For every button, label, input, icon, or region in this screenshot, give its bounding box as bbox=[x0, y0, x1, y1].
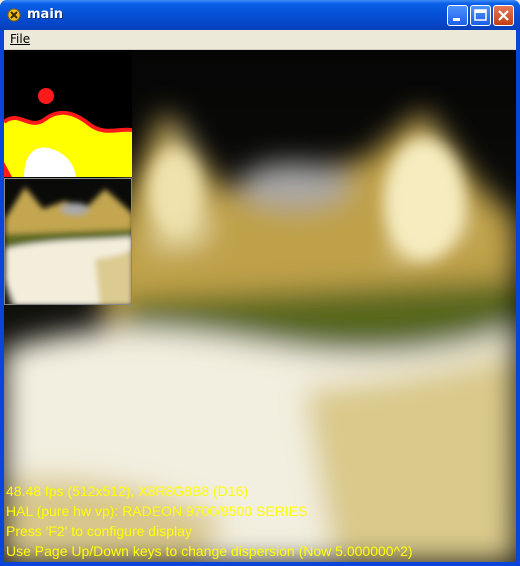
app-icon bbox=[7, 8, 21, 22]
dispersion-hint: Use Page Up/Down keys to change dispersi… bbox=[6, 543, 413, 559]
title-bar[interactable]: main bbox=[0, 0, 520, 30]
menu-bar: File bbox=[4, 30, 516, 50]
config-hint: Press 'F2' to configure display bbox=[6, 523, 192, 539]
app-window: main File 48.48 fps (512x512), X8R8G8B8 … bbox=[0, 0, 520, 566]
render-thumbnail bbox=[4, 178, 132, 305]
maximize-button[interactable] bbox=[470, 5, 491, 26]
window-title: main bbox=[27, 7, 64, 22]
render-thumbnail-image bbox=[5, 179, 131, 304]
menu-file[interactable]: File bbox=[10, 32, 30, 46]
menu-file-label: File bbox=[10, 32, 31, 46]
close-icon bbox=[498, 10, 509, 21]
minimize-button[interactable] bbox=[447, 5, 468, 26]
device-info: HAL (pure hw vp): RADEON 9700/9500 SERIE… bbox=[6, 503, 308, 519]
render-viewport[interactable]: 48.48 fps (512x512), X8R8G8B8 (D16) HAL … bbox=[4, 50, 516, 562]
client-area: File 48.48 fps (512x512), X8R8G8B8 (D16)… bbox=[4, 30, 516, 562]
maximize-icon bbox=[474, 9, 487, 21]
heightmap-thumbnail bbox=[4, 50, 132, 177]
fps-readout: 48.48 fps (512x512), X8R8G8B8 (D16) bbox=[6, 483, 249, 499]
minimize-icon bbox=[453, 18, 460, 21]
close-button[interactable] bbox=[493, 5, 514, 26]
